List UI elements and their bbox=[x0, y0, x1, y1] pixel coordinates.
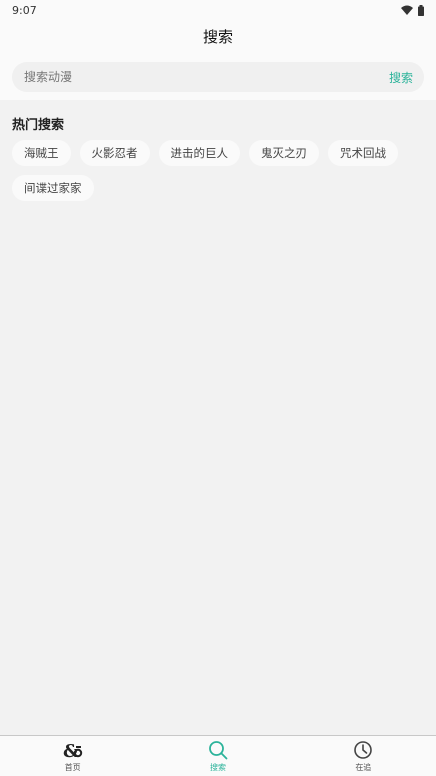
nav-label-search: 搜索 bbox=[209, 763, 226, 772]
nav-label-home: 首页 bbox=[64, 763, 81, 772]
battery-icon bbox=[418, 4, 424, 16]
search-input[interactable] bbox=[24, 70, 389, 84]
nav-item-following[interactable]: 在追 bbox=[291, 736, 436, 776]
status-bar: 9:07 bbox=[0, 0, 436, 20]
hot-search-tag[interactable]: 间谍过家家 bbox=[12, 175, 94, 201]
nav-label-following: 在追 bbox=[355, 763, 372, 772]
clock-icon bbox=[353, 739, 373, 761]
nav-item-search[interactable]: 搜索 bbox=[145, 736, 290, 776]
search-button[interactable]: 搜索 bbox=[389, 69, 413, 86]
bottom-nav: & 首页 搜索 在追 bbox=[0, 735, 436, 776]
hot-search-tag[interactable]: 海贼王 bbox=[12, 140, 71, 166]
hot-search-tag[interactable]: 火影忍者 bbox=[79, 140, 150, 166]
top-area: 9:07 搜索 搜索 bbox=[0, 0, 436, 100]
status-icons bbox=[401, 4, 424, 16]
hot-search-tag[interactable]: 鬼灭之刃 bbox=[249, 140, 319, 166]
wifi-icon bbox=[401, 5, 413, 15]
home-logo-icon: & bbox=[63, 739, 83, 761]
hot-search-tag[interactable]: 咒术回战 bbox=[328, 140, 398, 166]
page-title: 搜索 bbox=[202, 28, 233, 46]
hot-search-tag[interactable]: 进击的巨人 bbox=[158, 140, 240, 166]
status-time: 9:07 bbox=[12, 3, 37, 17]
hot-search-tags: 海贼王 火影忍者 进击的巨人 鬼灭之刃 咒术回战 间谍过家家 bbox=[12, 140, 424, 201]
hot-search-title: 热门搜索 bbox=[12, 118, 65, 133]
nav-item-home[interactable]: & 首页 bbox=[0, 736, 145, 776]
search-bar: 搜索 bbox=[12, 62, 424, 92]
search-icon bbox=[208, 739, 228, 761]
